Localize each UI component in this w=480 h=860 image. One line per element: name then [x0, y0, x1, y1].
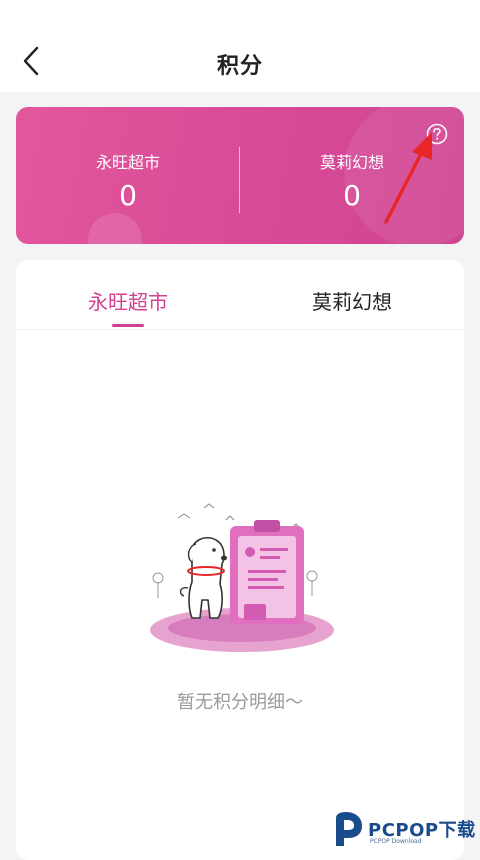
- watermark-sub: PCPOP Download: [370, 838, 422, 845]
- pcpop-logo-icon: [336, 812, 362, 846]
- points-detail-card: 永旺超市 莫莉幻想 暂无积分明细～: [16, 260, 464, 860]
- watermark: PCPOP下载 PCPOP Download: [332, 806, 480, 850]
- annotation-arrow: [384, 132, 432, 224]
- points-aeon: 永旺超市 0: [16, 149, 240, 212]
- tab-active-indicator: [112, 324, 144, 327]
- top-bar: 积分: [0, 0, 480, 92]
- empty-state-text: 暂无积分明细～: [177, 692, 303, 713]
- divider: [16, 329, 464, 330]
- points-value: 0: [119, 179, 137, 212]
- page-title: 积分: [216, 54, 263, 79]
- tab-molly[interactable]: 莫莉幻想: [240, 286, 464, 315]
- decorative-circle: [88, 213, 142, 244]
- points-store-name: 永旺超市: [95, 153, 160, 172]
- dog-clipboard-illustration: [150, 503, 334, 652]
- tab-aeon[interactable]: 永旺超市: [16, 286, 240, 315]
